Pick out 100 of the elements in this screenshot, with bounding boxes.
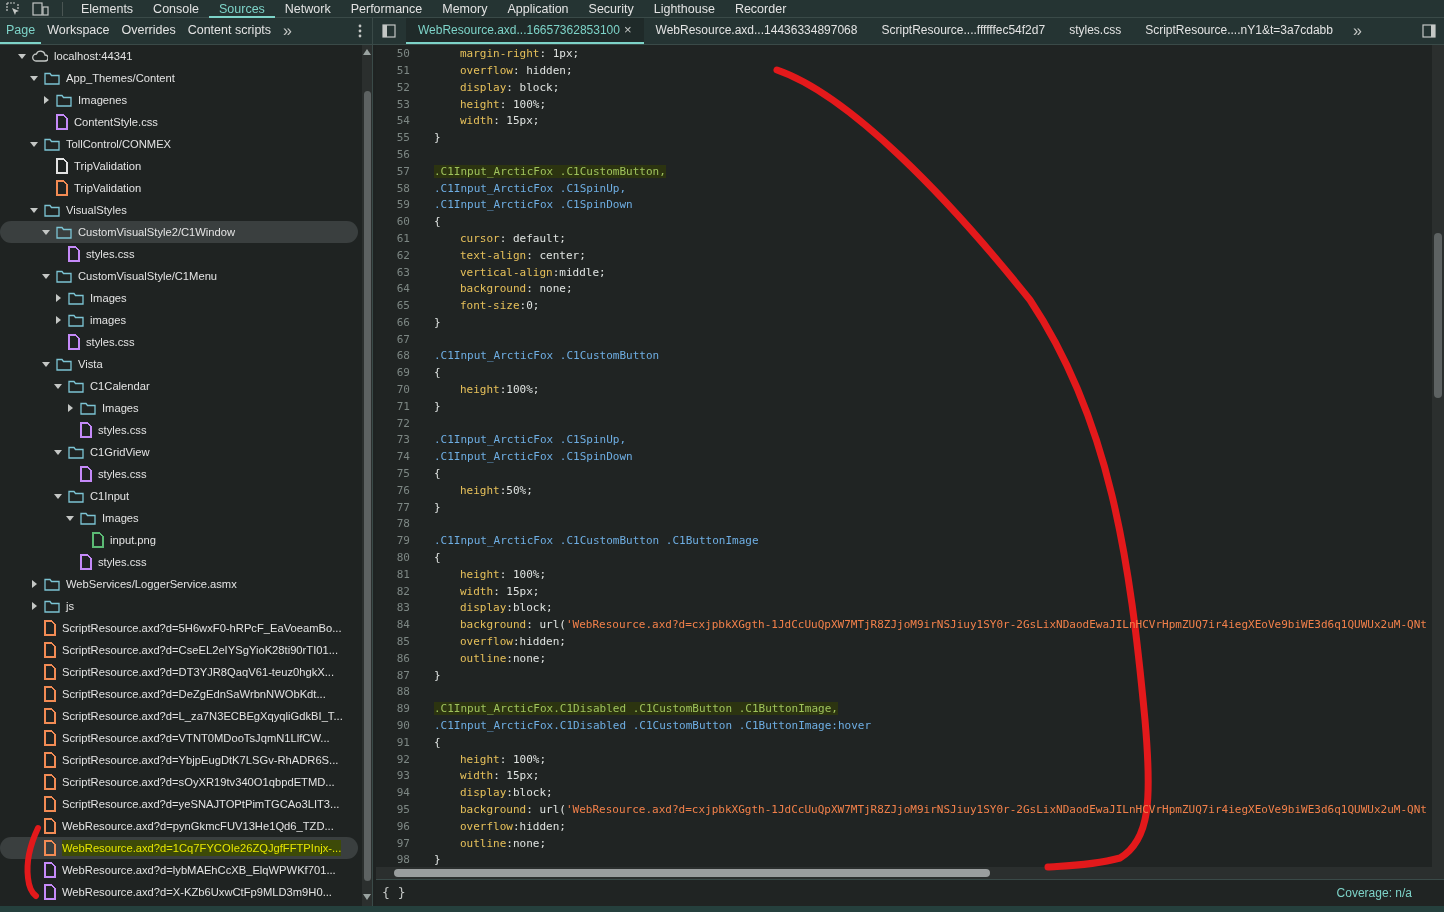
tree-item[interactable]: Images xyxy=(0,287,358,309)
caret-down-icon[interactable] xyxy=(30,140,38,148)
navigator-tab[interactable]: Content scripts xyxy=(181,18,278,44)
navigator-tab[interactable]: Overrides xyxy=(115,18,182,44)
file-tab[interactable]: ScriptResource....nY1&t=3a7cdabb xyxy=(1133,18,1345,44)
tree-item[interactable]: ScriptResource.axd?d=YbjpEugDtK7LSGv-RhADR6S... xyxy=(0,749,358,771)
more-tabs-button[interactable]: » xyxy=(277,19,298,43)
sidebar-toggle-icon[interactable] xyxy=(382,24,396,38)
tree-item[interactable]: WebResource.axd?d=X-KZb6UxwCtFp9MLD3m9H0... xyxy=(0,881,358,903)
panel-tab[interactable]: Application xyxy=(497,0,579,18)
caret-right-icon[interactable] xyxy=(30,580,38,588)
tree-item[interactable]: VisualStyles xyxy=(0,199,358,221)
tree-item[interactable]: ScriptResource.axd?d=DT3YJR8QaqV61-teuz0hgkX... xyxy=(0,661,358,683)
line-number: 74 xyxy=(395,449,410,466)
navigator-tab[interactable]: Workspace xyxy=(41,18,116,44)
panel-tab[interactable]: Network xyxy=(274,0,341,18)
line-number: 88 xyxy=(395,684,410,701)
device-icon[interactable] xyxy=(32,1,50,16)
tree-item[interactable]: input.png xyxy=(0,529,358,551)
line-number: 83 xyxy=(395,600,410,617)
line-number: 73 xyxy=(395,432,410,449)
tree-item[interactable]: styles.css xyxy=(0,243,358,265)
file-tab[interactable]: WebResource.axd...14436334897068 xyxy=(643,18,870,44)
tree-item[interactable]: Images xyxy=(0,507,358,529)
caret-right-icon[interactable] xyxy=(42,96,50,104)
tree-item[interactable]: images xyxy=(0,309,358,331)
tree-item[interactable]: Images xyxy=(0,397,358,419)
tree-item[interactable]: styles.css xyxy=(0,551,358,573)
tree-item[interactable]: TollControl/CONMEX xyxy=(0,133,358,155)
file-tab[interactable]: styles.css xyxy=(1057,18,1134,44)
caret-right-icon[interactable] xyxy=(54,316,62,324)
tree-item[interactable]: Vista xyxy=(0,353,358,375)
scroll-down-icon[interactable] xyxy=(363,894,371,900)
caret-down-icon[interactable] xyxy=(42,228,50,236)
code-line: display: block; xyxy=(459,79,560,96)
code-line: { xyxy=(434,214,441,231)
format-button[interactable]: { } xyxy=(382,883,406,903)
panel-tab[interactable]: Security xyxy=(578,0,644,18)
panel-tab[interactable]: Performance xyxy=(340,0,433,18)
tree-item[interactable]: ScriptResource.axd?d=yeSNAJTOPtPimTGCAo3LIT3... xyxy=(0,793,358,815)
caret-down-icon[interactable] xyxy=(54,492,62,500)
tree-item[interactable]: ScriptResource.axd?d=CseEL2eIYSgYioK28ti90rTI01... xyxy=(0,639,358,661)
tree-item[interactable]: WebResource.axd?d=lybMAEhCcXB_ElqWPWKf701... xyxy=(0,859,358,881)
scroll-up-icon[interactable] xyxy=(363,49,371,55)
tree-item[interactable]: C1Calendar xyxy=(0,375,358,397)
kebab-menu-icon[interactable] xyxy=(358,24,362,38)
caret-down-icon[interactable] xyxy=(18,52,26,60)
code-line: overflow: hidden; xyxy=(459,62,573,79)
tree-item[interactable]: styles.css xyxy=(0,463,358,485)
tree-item[interactable]: Imagenes xyxy=(0,89,358,111)
tree-item[interactable]: C1GridView xyxy=(0,441,358,463)
caret-down-icon[interactable] xyxy=(66,514,74,522)
line-number: 50 xyxy=(395,46,410,63)
code-line: height:50%; xyxy=(459,482,533,499)
code-line: outline:none; xyxy=(459,835,547,852)
tree-item[interactable]: ScriptResource.axd?d=sOyXR19tv340O1qbpdETMD... xyxy=(0,771,358,793)
caret-down-icon[interactable] xyxy=(30,206,38,214)
tree-item[interactable]: ScriptResource.axd?d=5H6wxF0-hRPcF_EaVoeamBo... xyxy=(0,617,358,639)
file-tab[interactable]: ScriptResource....ffffffec54f2d7 xyxy=(869,18,1058,44)
tree-item[interactable]: ScriptResource.axd?d=DeZgEdnSaWrbnNWObKdt... xyxy=(0,683,358,705)
tree-item[interactable]: ContentStyle.css xyxy=(0,111,358,133)
caret-right-icon[interactable] xyxy=(66,404,74,412)
panel-tab[interactable]: Memory xyxy=(432,0,498,18)
tree-item[interactable]: localhost:44341 xyxy=(0,45,358,67)
sidebar-toggle-icon[interactable] xyxy=(1422,24,1436,38)
panel-tab[interactable]: Console xyxy=(143,0,209,18)
caret-down-icon[interactable] xyxy=(30,74,38,82)
more-tabs-button[interactable]: » xyxy=(1344,19,1370,43)
tree-item[interactable]: TripValidation xyxy=(0,177,358,199)
tree-item[interactable]: WebResource.axd?d=pynGkmcFUV13He1Qd6_TZD... xyxy=(0,815,358,837)
caret-down-icon[interactable] xyxy=(54,448,62,456)
tree-item[interactable]: js xyxy=(0,595,358,617)
tree-item[interactable]: styles.css xyxy=(0,419,358,441)
tree-item[interactable]: WebResource.axd?d=1Cq7FYCOIe26ZQJgfFFTPInjx-... xyxy=(0,837,358,859)
tree-item[interactable]: App_Themes/Content xyxy=(0,67,358,89)
folder-icon xyxy=(80,401,96,415)
panel-tab[interactable]: Recorder xyxy=(724,0,797,18)
scrollbar[interactable] xyxy=(362,45,372,906)
tree-item[interactable]: TripValidation xyxy=(0,155,358,177)
caret-down-icon[interactable] xyxy=(54,382,62,390)
inspect-icon[interactable] xyxy=(6,1,20,16)
tree-item[interactable]: CustomVisualStyle/C1Menu xyxy=(0,265,358,287)
folder-icon xyxy=(56,93,72,107)
close-icon[interactable]: × xyxy=(623,20,632,40)
caret-down-icon[interactable] xyxy=(42,360,50,368)
caret-right-icon[interactable] xyxy=(54,294,62,302)
panel-tab[interactable]: Lighthouse xyxy=(643,0,725,18)
line-number: 97 xyxy=(395,835,410,852)
file-tab[interactable]: WebResource.axd...16657362853100 × xyxy=(406,18,644,44)
caret-down-icon[interactable] xyxy=(42,272,50,280)
tree-item[interactable]: CustomVisualStyle2/C1Window xyxy=(0,221,358,243)
panel-tab[interactable]: Elements xyxy=(71,0,144,18)
caret-right-icon[interactable] xyxy=(30,602,38,610)
tree-item[interactable]: C1Input xyxy=(0,485,358,507)
tree-item[interactable]: ScriptResource.axd?d=VTNT0MDooTsJqmN1LlfCW... xyxy=(0,727,358,749)
scrollbar[interactable] xyxy=(376,867,1444,879)
tree-item[interactable]: styles.css xyxy=(0,331,358,353)
tree-item[interactable]: WebServices/LoggerService.asmx xyxy=(0,573,358,595)
tree-item[interactable]: ScriptResource.axd?d=L_za7N3ECBEgXqyqliGdkBI_T... xyxy=(0,705,358,727)
scrollbar[interactable] xyxy=(1432,45,1444,867)
